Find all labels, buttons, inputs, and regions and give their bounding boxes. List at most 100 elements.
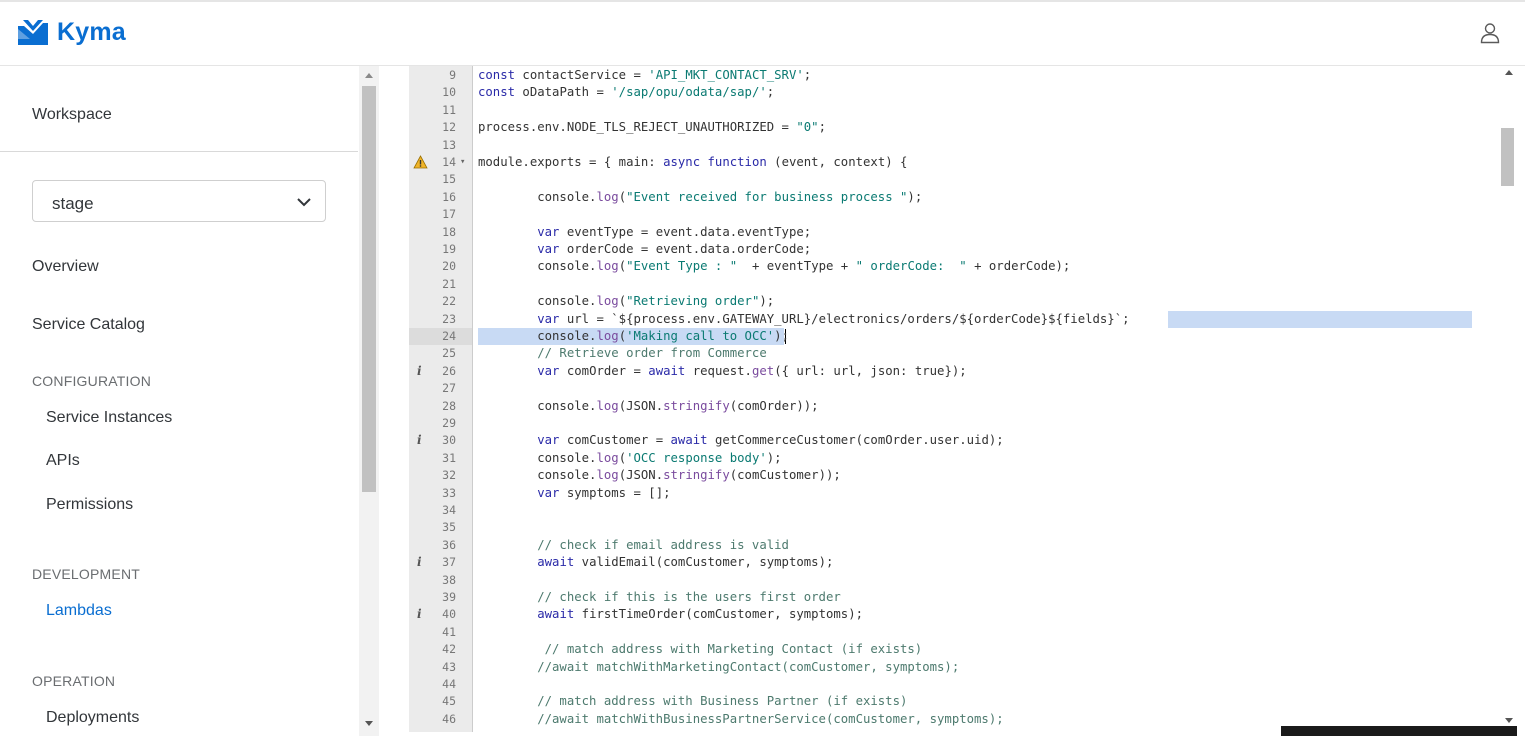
code-text: module.exports = { main: async function … [478,155,908,169]
line-number: 35 [442,520,456,535]
code-line[interactable]: 29 [380,415,1472,432]
namespace-select[interactable]: stage [32,180,326,222]
code-line[interactable]: 21 [380,276,1472,293]
code-text: console.log("Event received for business… [478,189,923,204]
code-line[interactable]: 27 [380,380,1472,397]
line-number: 34 [442,503,456,517]
line-number: 38 [442,572,456,587]
info-icon[interactable]: i [417,432,422,449]
sidebar-item-permissions[interactable]: Permissions [46,496,133,514]
code-line[interactable]: 30 i var comCustomer = await getCommerceC… [380,432,1472,449]
line-number: 25 [442,346,456,361]
code-line[interactable]: 18 var eventType = event.data.eventType; [380,224,1472,241]
user-icon[interactable] [1479,22,1501,44]
code-line[interactable]: 41 [380,624,1472,641]
info-icon[interactable]: i [417,363,422,380]
scrollbar-thumb[interactable] [1501,128,1514,186]
code-line[interactable]: 24 console.log('Making call to OCC'); [380,328,1472,346]
line-number: 31 [442,450,456,465]
code-text: //await matchWithBusinessPartnerService(… [478,711,1004,726]
code-line[interactable]: 44 [380,676,1472,693]
code-line[interactable]: 26 i var comOrder = await request.get({ u… [380,363,1472,380]
code-line[interactable]: 23 var url = `${process.env.GATEWAY_URL}… [380,310,1472,328]
overlay-bar [1281,726,1517,736]
code-line[interactable]: 17 [380,206,1472,223]
code-line[interactable]: 9 const contactService = 'API_MKT_CONTACT… [380,67,1472,84]
code-text: var orderCode = event.data.orderCode; [537,242,812,256]
code-line[interactable]: 33 var symptoms = []; [380,485,1472,502]
line-number: 18 [442,224,456,239]
code-line[interactable]: 31 console.log('OCC response body'); [380,450,1472,467]
sidebar-scrollbar[interactable] [359,66,379,736]
code-text: // check if email address is valid [478,537,789,552]
line-number: 16 [442,189,456,204]
line-number: 11 [442,102,456,117]
fold-toggle-icon[interactable]: ▾ [460,154,465,171]
code-line[interactable]: 14 ▾ module.exports = { main: async functi… [380,154,1472,171]
kyma-logo-icon [18,19,48,45]
workspace-link[interactable]: Workspace [32,106,112,124]
code-line[interactable]: 16 console.log("Event received for busin… [380,189,1472,206]
code-line[interactable]: 37 i await validEmail(comCustomer, sympto… [380,554,1472,571]
scroll-down-arrow-icon[interactable] [1505,718,1513,723]
code-line[interactable]: 36 // check if email address is valid [380,537,1472,554]
code-line[interactable]: 28 console.log(JSON.stringify(comOrder))… [380,398,1472,415]
code-text: var url = `${process.env.GATEWAY_URL}/el… [537,311,1130,326]
code-text: console.log('OCC response body'); [478,450,782,465]
code-text: await validEmail(comCustomer, symptoms); [537,555,834,570]
chevron-down-icon [297,198,311,207]
namespace-value: stage [52,194,94,213]
code-line[interactable]: 39 // check if this is the users first o… [380,589,1472,606]
code-line[interactable]: 40 i await firstTimeOrder(comCustomer, sy… [380,606,1472,623]
code-line[interactable]: 20 console.log("Event Type : " + eventTy… [380,258,1472,275]
line-number: 22 [442,294,456,309]
code-line[interactable]: 15 [380,171,1472,188]
code-line[interactable]: 25 // Retrieve order from Commerce [380,345,1472,362]
editor-scrollbar[interactable] [1496,66,1525,732]
line-number: 15 [442,172,456,187]
line-number: 9 [449,68,456,82]
app-name: Kyma [57,18,126,46]
divider [0,151,358,152]
line-number: 41 [442,624,456,639]
line-number: 32 [442,468,456,483]
line-number: 13 [442,137,456,152]
scroll-down-arrow-icon[interactable] [365,721,373,726]
section-configuration: CONFIGURATION [32,373,152,389]
code-lines[interactable]: 9 const contactService = 'API_MKT_CONTACT… [380,66,1472,732]
line-number: 39 [442,590,456,604]
line-number: 23 [442,311,456,326]
sidebar-item-overview[interactable]: Overview [32,258,99,276]
code-line[interactable]: 32 console.log(JSON.stringify(comCustome… [380,467,1472,484]
code-text: //await matchWithMarketingContact(comCus… [478,659,960,674]
kyma-logo[interactable]: Kyma [17,18,126,47]
sidebar-item-lambdas[interactable]: Lambdas [46,602,112,620]
code-text: process.env.NODE_TLS_REJECT_UNAUTHORIZED… [478,120,826,135]
sidebar-item-deployments[interactable]: Deployments [46,709,139,727]
code-line[interactable]: 13 [380,137,1472,154]
code-text: var comOrder = await request.get({ url: … [537,363,967,378]
code-line[interactable]: 34 [380,502,1472,519]
scrollbar-thumb[interactable] [362,86,376,492]
code-line[interactable]: 19 var orderCode = event.data.orderCode; [380,241,1472,258]
sidebar-item-service-instances[interactable]: Service Instances [46,409,172,427]
info-icon[interactable]: i [417,606,422,623]
code-line[interactable]: 38 [380,572,1472,589]
info-icon[interactable]: i [417,554,422,571]
code-line[interactable]: 12 process.env.NODE_TLS_REJECT_UNAUTHORIZ… [380,119,1472,136]
code-line[interactable]: 22 console.log("Retrieving order"); [380,293,1472,310]
code-line[interactable]: 11 [380,102,1472,119]
code-line[interactable]: 45 // match address with Business Partne… [380,693,1472,710]
code-line[interactable]: 42 // match address with Marketing Conta… [380,641,1472,658]
warning-icon[interactable] [413,155,428,169]
code-line[interactable]: 10 const oDataPath = '/sap/opu/odata/sap/… [380,84,1472,101]
code-text: const contactService = 'API_MKT_CONTACT_… [478,68,812,82]
scroll-up-arrow-icon[interactable] [1505,70,1513,75]
code-line[interactable]: 43 //await matchWithMarketingContact(com… [380,659,1472,676]
code-text: // check if this is the users first orde… [478,590,841,604]
sidebar-item-apis[interactable]: APIs [46,452,80,470]
code-editor[interactable]: 9 const contactService = 'API_MKT_CONTACT… [380,66,1495,732]
code-line[interactable]: 35 [380,519,1472,536]
scroll-up-arrow-icon[interactable] [365,73,373,78]
sidebar-item-service-catalog[interactable]: Service Catalog [32,316,145,334]
